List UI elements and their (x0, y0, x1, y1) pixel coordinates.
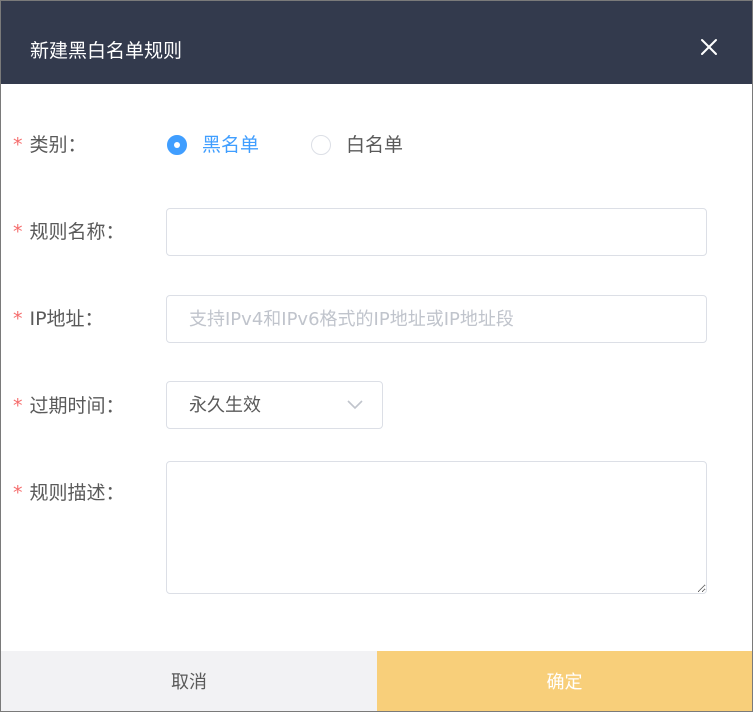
dialog-header: 新建黑白名单规则 (1, 1, 752, 84)
radio-whitelist[interactable]: 白名单 (311, 132, 403, 158)
required-mark: * (13, 308, 23, 330)
confirm-button[interactable]: 确定 (377, 651, 752, 711)
category-label-text: 类别： (29, 134, 87, 156)
radio-checked-icon (167, 135, 187, 155)
ip-address-input[interactable] (166, 295, 707, 343)
dialog-title: 新建黑白名单规则 (30, 40, 183, 62)
radio-unchecked-icon (311, 135, 331, 155)
dialog-footer: 取消 确定 (1, 651, 752, 711)
rule-name-input[interactable] (166, 208, 707, 256)
category-label: * 类别： (13, 132, 87, 158)
description-textarea[interactable] (166, 461, 707, 594)
ip-address-label: * IP地址： (13, 306, 104, 332)
expiry-selected-value: 永久生效 (189, 395, 261, 416)
ip-address-label-text: IP地址： (29, 308, 104, 330)
description-label: * 规则描述： (13, 480, 125, 506)
description-label-text: 规则描述： (29, 482, 125, 504)
rule-name-label-text: 规则名称： (29, 221, 125, 243)
expiry-select[interactable]: 永久生效 (166, 381, 383, 429)
required-mark: * (13, 134, 23, 156)
radio-whitelist-label: 白名单 (346, 134, 404, 156)
required-mark: * (13, 221, 23, 243)
cancel-button[interactable]: 取消 (1, 651, 377, 711)
required-mark: * (13, 482, 23, 504)
radio-blacklist[interactable]: 黑名单 (167, 132, 259, 158)
close-button[interactable] (694, 32, 724, 62)
rule-name-label: * 规则名称： (13, 219, 125, 245)
radio-blacklist-label: 黑名单 (202, 134, 260, 156)
close-icon (701, 39, 717, 55)
expiry-label: * 过期时间： (13, 393, 125, 419)
required-mark: * (13, 395, 23, 417)
chevron-down-icon (347, 400, 363, 410)
blacklist-rule-dialog: 新建黑白名单规则 * 类别： 黑名单 白名单 * 规则名称： * IP地址： * 过期时… (0, 0, 753, 712)
expiry-label-text: 过期时间： (29, 395, 125, 417)
